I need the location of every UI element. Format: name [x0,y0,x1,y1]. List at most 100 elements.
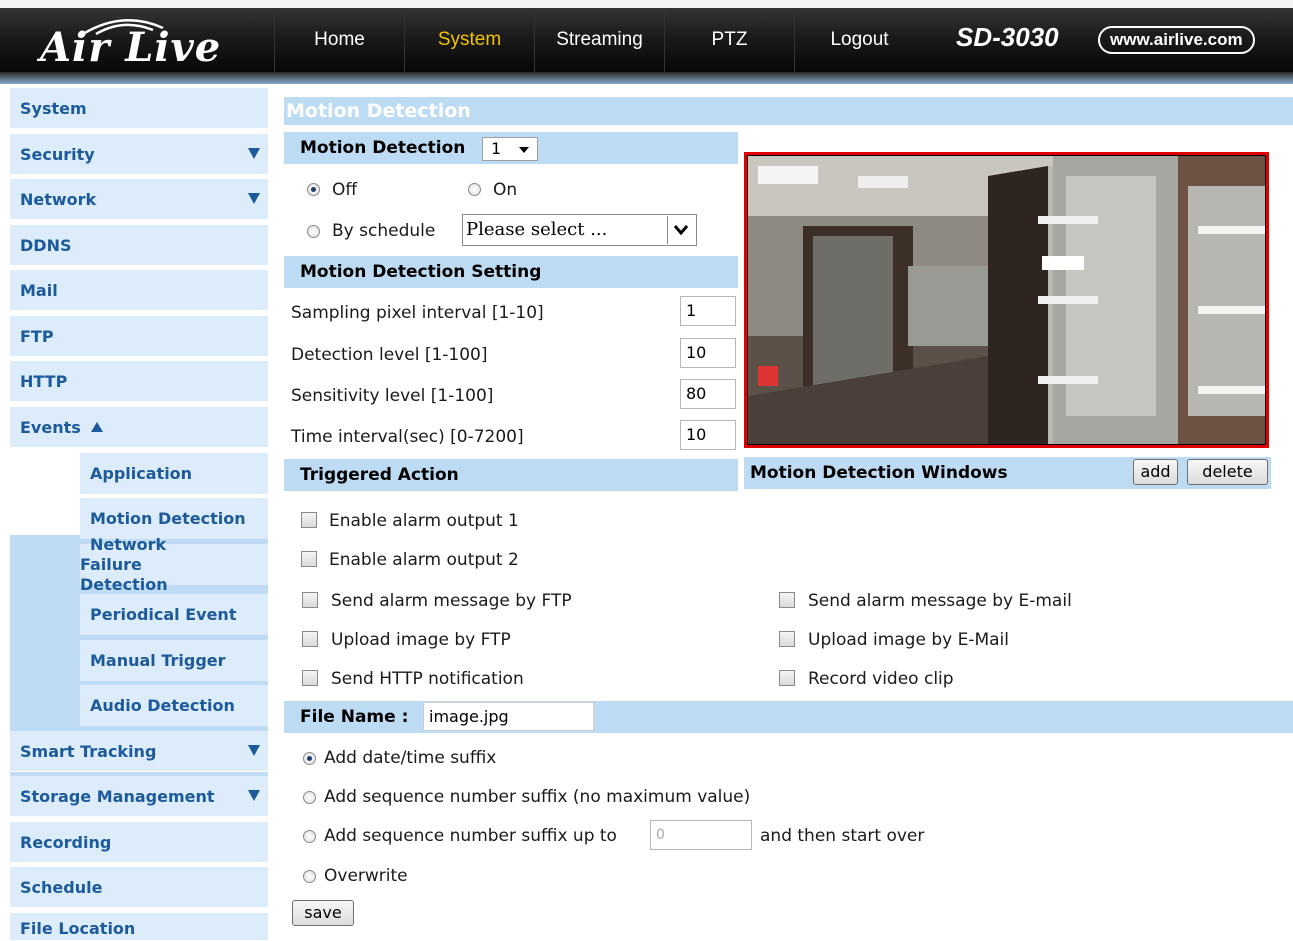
motion-detection-setting-bar: Motion Detection Setting [284,256,738,288]
camera-image [748,156,1265,444]
sidebar-item-file-location[interactable]: File Location [10,913,268,941]
alarm-output-2-checkbox[interactable] [301,551,317,567]
sidebar-subitem-label: Periodical Event [90,605,237,624]
sidebar-item-http[interactable]: HTTP [10,361,268,402]
tab-streaming[interactable]: Streaming [534,8,664,72]
record-clip-checkbox[interactable] [779,670,795,686]
sequence-upto-label: Add sequence number suffix up to [324,826,617,846]
sidebar-item-ftp[interactable]: FTP [10,316,268,357]
sidebar-subitem-label: Audio Detection [90,696,235,715]
website-link[interactable]: www.airlive.com [1098,26,1255,54]
detection-level-label: Detection level [1-100] [291,345,488,365]
ftp-upload-label: Upload image by FTP [331,630,511,650]
sidebar-item-label: Schedule [20,877,103,897]
tab-system[interactable]: System [404,8,534,72]
sidebar-item-network[interactable]: Network [10,179,268,220]
expand-down-icon [248,193,260,204]
sampling-interval-input[interactable]: 1 [680,296,736,326]
tab-home[interactable]: Home [274,8,404,72]
alarm-output-1-label: Enable alarm output 1 [329,511,519,531]
sequence-suffix-radio[interactable] [303,791,316,804]
file-name-label: File Name : [300,707,409,727]
sequence-start-over-label: and then start over [760,826,925,846]
sidebar-item-label: FTP [20,326,54,346]
triggered-action-header: Triggered Action [300,465,459,485]
sidebar-item-recording[interactable]: Recording [10,822,268,863]
sidebar-subitem-manual-trigger[interactable]: Manual Trigger [80,640,268,681]
tab-ptz[interactable]: PTZ [664,8,794,72]
top-nav: Home System Streaming PTZ Logout [274,8,924,72]
sidebar-item-schedule[interactable]: Schedule [10,867,268,908]
sidebar-item-smart-tracking[interactable]: Smart Tracking [10,731,268,772]
on-radio[interactable] [468,183,481,196]
sidebar-subitem-label: Application [90,464,193,483]
sidebar-subitem-network-failure-detection[interactable]: Network Failure Detection [80,535,268,594]
schedule-select[interactable]: Please select ... [462,214,697,246]
delete-window-button[interactable]: delete [1187,459,1268,485]
email-message-checkbox[interactable] [779,592,795,608]
airlive-logo: Air Live [40,14,250,72]
datetime-suffix-label: Add date/time suffix [324,748,497,768]
alarm-output-2-label: Enable alarm output 2 [329,550,519,570]
header: Air Live Home System Streaming PTZ Logou… [0,0,1293,84]
chevron-down-icon [667,216,695,244]
overwrite-radio[interactable] [303,870,316,883]
sidebar-item-mail[interactable]: Mail [10,270,268,311]
model-name: SD-3030 [956,22,1059,52]
sidebar-item-label: HTTP [20,371,68,391]
motion-detection-select[interactable]: 1 [482,137,538,161]
sensitivity-level-input[interactable]: 80 [680,379,736,409]
save-button[interactable]: save [292,900,354,926]
sidebar-item-events[interactable]: Events [10,407,268,448]
sidebar-subitem-application[interactable]: Application [80,453,268,494]
sidebar-item-label: Storage Management [20,786,215,806]
sidebar-item-storage-management[interactable]: Storage Management [10,776,268,817]
email-upload-label: Upload image by E-Mail [808,630,1009,650]
header-top-strip [0,0,1293,8]
by-schedule-label: By schedule [332,221,436,241]
logo-text: Air Live [40,24,222,71]
by-schedule-radio[interactable] [307,225,320,238]
ftp-upload-checkbox[interactable] [302,631,318,647]
email-upload-checkbox[interactable] [779,631,795,647]
overwrite-label: Overwrite [324,866,408,886]
schedule-select-value: Please select ... [466,219,608,240]
file-name-input[interactable]: image.jpg [423,702,594,731]
sidebar-item-security[interactable]: Security [10,134,268,175]
sidebar-item-label: Events [20,417,81,437]
off-radio[interactable] [307,183,320,196]
sequence-suffix-label: Add sequence number suffix (no maximum v… [324,787,751,807]
sequence-max-input[interactable]: 0 [650,820,752,850]
time-interval-label: Time interval(sec) [0-7200] [291,427,524,447]
motion-detection-windows-header: Motion Detection Windows [750,463,1008,483]
collapse-up-icon [90,422,103,432]
datetime-suffix-radio[interactable] [303,752,316,765]
tab-logout[interactable]: Logout [794,8,924,72]
sidebar-item-system[interactable]: System [10,88,268,129]
ftp-message-checkbox[interactable] [302,592,318,608]
sidebar-subitem-motion-detection[interactable]: Motion Detection [80,498,268,539]
sidebar-item-label: DDNS [20,235,72,255]
email-message-label: Send alarm message by E-mail [808,591,1072,611]
sidebar-subitem-audio-detection[interactable]: Audio Detection [80,685,268,726]
sidebar-item-label: Network [20,189,97,209]
record-clip-label: Record video clip [808,669,954,689]
detection-level-input[interactable]: 10 [680,338,736,368]
sidebar-subitem-label: Network Failure Detection [80,534,168,594]
alarm-output-1-checkbox[interactable] [301,512,317,528]
sidebar-subitem-periodical-event[interactable]: Periodical Event [80,594,268,635]
camera-preview[interactable] [744,152,1269,448]
sidebar-subitem-label: Motion Detection [90,509,246,528]
http-notification-checkbox[interactable] [302,670,318,686]
sidebar-item-label: Recording [20,832,112,852]
add-window-button[interactable]: add [1133,459,1178,485]
expand-down-icon [248,790,260,801]
sidebar-item-ddns[interactable]: DDNS [10,225,268,266]
sidebar-item-label: File Location [20,919,136,938]
sequence-upto-radio[interactable] [303,830,316,843]
http-notification-label: Send HTTP notification [331,669,524,689]
time-interval-input[interactable]: 10 [680,420,736,450]
motion-detection-label: Motion Detection [300,138,466,158]
off-label: Off [332,180,358,200]
sidebar-subitem-label: Manual Trigger [90,651,226,670]
